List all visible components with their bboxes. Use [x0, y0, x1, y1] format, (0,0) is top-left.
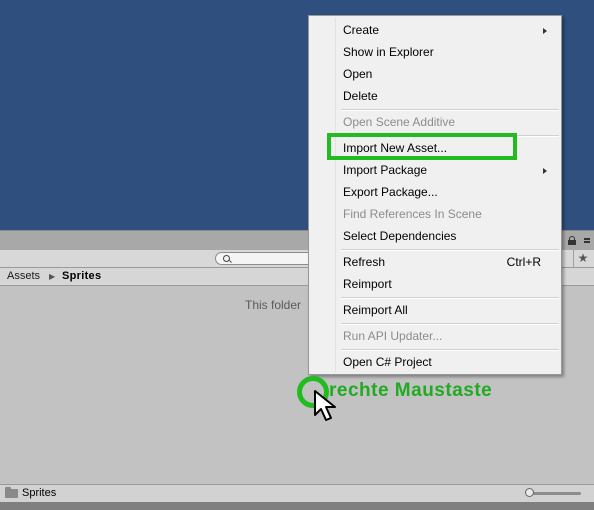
menu-item-create[interactable]: Create: [311, 19, 559, 41]
selected-path-label: Sprites: [22, 487, 57, 499]
menu-item-label: Import Package: [343, 163, 428, 177]
menu-item-label: Select Dependencies: [343, 229, 457, 243]
menu-item-show-in-explorer[interactable]: Show in Explorer: [311, 41, 559, 63]
empty-folder-message: This folder: [245, 298, 302, 312]
menu-item-label: Show in Explorer: [343, 45, 434, 59]
menu-item-reimport-all[interactable]: Reimport All: [311, 299, 559, 321]
menu-item-shortcut: Ctrl+R: [506, 255, 541, 269]
menu-item-refresh[interactable]: Refresh Ctrl+R: [311, 251, 559, 273]
search-icon: [223, 255, 230, 262]
menu-item-label: Open: [343, 67, 373, 81]
annotation-label: rechte Maustaste: [329, 380, 493, 401]
favorites-star-button[interactable]: ★: [573, 250, 592, 267]
breadcrumb-item-sprites[interactable]: Sprites: [62, 270, 101, 282]
zoom-slider-handle[interactable]: [525, 488, 534, 497]
menu-item-label: Run API Updater...: [343, 329, 443, 343]
context-menu: Create Show in Explorer Open Delete Open Sce…: [308, 15, 562, 375]
menu-item-open[interactable]: Open: [311, 63, 559, 85]
menu-item-run-api-updater: Run API Updater...: [311, 325, 559, 347]
breadcrumb-separator-icon: ▶: [49, 272, 56, 281]
lock-icon[interactable]: [568, 236, 576, 245]
menu-item-label: Delete: [343, 89, 378, 103]
menu-item-label: Create: [343, 23, 380, 37]
menu-item-label: Open Scene Additive: [343, 115, 456, 129]
menu-item-label: Reimport All: [343, 303, 408, 317]
menu-item-label: Open C# Project: [343, 355, 432, 369]
import-new-asset-highlight: [327, 133, 517, 160]
menu-item-label: Refresh: [343, 255, 386, 269]
menu-item-label: Find References In Scene: [343, 207, 482, 221]
menu-item-export-package[interactable]: Export Package...: [311, 181, 559, 203]
menu-item-label: Export Package...: [343, 185, 438, 199]
menu-item-delete[interactable]: Delete: [311, 85, 559, 107]
menu-item-find-references-in-scene: Find References In Scene: [311, 203, 559, 225]
submenu-arrow-icon: [543, 28, 547, 34]
menu-item-reimport[interactable]: Reimport: [311, 273, 559, 295]
menu-item-open-c-project[interactable]: Open C# Project: [311, 351, 559, 373]
folder-icon: [5, 487, 18, 498]
menu-item-select-dependencies[interactable]: Select Dependencies: [311, 225, 559, 247]
menu-item-open-scene-additive: Open Scene Additive: [311, 111, 559, 133]
status-bar: Sprites: [0, 484, 594, 502]
menu-item-label: Reimport: [343, 277, 392, 291]
submenu-arrow-icon: [543, 168, 547, 174]
window-bottom-edge: [0, 502, 594, 510]
zoom-slider[interactable]: [525, 488, 581, 497]
breadcrumb-item-assets[interactable]: Assets: [7, 270, 40, 282]
menu-item-import-package[interactable]: Import Package: [311, 159, 559, 181]
panel-menu-icon[interactable]: [584, 238, 590, 244]
